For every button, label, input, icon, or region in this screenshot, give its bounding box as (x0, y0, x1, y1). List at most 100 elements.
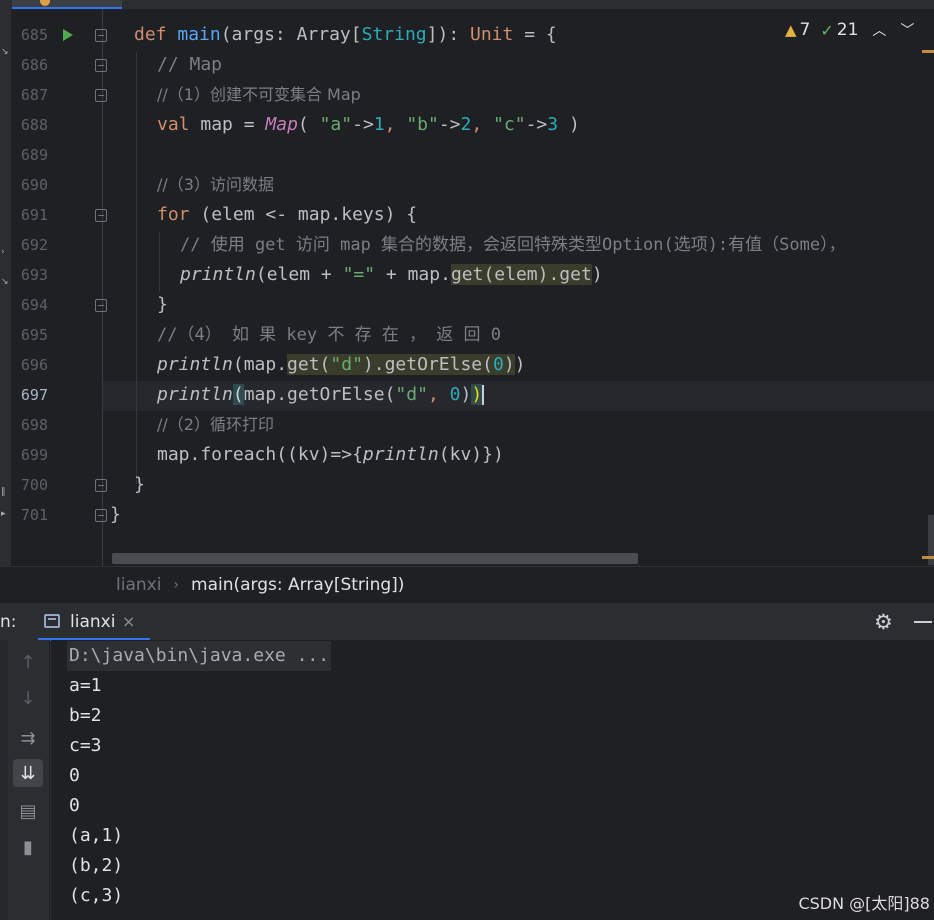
comment: //（2）循环打印 (157, 415, 274, 434)
code-text: map.foreach( (157, 444, 288, 465)
run-tab-lianxi[interactable]: lianxi × (38, 603, 150, 641)
minimize-icon[interactable] (914, 621, 932, 623)
line-number[interactable]: 695 (11, 320, 48, 350)
line-number[interactable]: 686 (11, 50, 48, 80)
fold-icon[interactable] (95, 59, 107, 72)
matched-paren: ( (232, 384, 244, 405)
text-caret (482, 385, 485, 405)
code-line-686[interactable]: // Map (157, 50, 222, 80)
code-text: ) (591, 264, 603, 285)
line-number[interactable]: 699 (11, 440, 48, 470)
scroll-marker[interactable] (922, 556, 934, 559)
horizontal-scrollbar[interactable] (112, 553, 638, 564)
comment: // Map (157, 54, 223, 75)
arrow-up-icon[interactable]: ↑ (13, 648, 43, 676)
active-editor-tab[interactable] (12, 0, 122, 9)
console-line: (a,1) (69, 825, 124, 846)
string-literal: "d" (395, 384, 428, 405)
arrow-down-icon[interactable]: ↓ (13, 684, 43, 712)
print-icon[interactable]: ▤ (13, 797, 43, 825)
chevron-icon[interactable]: ‖ (1, 487, 6, 497)
code-line-692[interactable]: // 使用 get 访问 map 集合的数据，会返回特殊类型Option(选项)… (180, 230, 846, 260)
line-number[interactable]: 694 (11, 290, 48, 320)
line-number[interactable]: 689 (11, 140, 48, 170)
comment: // 使用 get 访问 map 集合的数据，会返回特殊类型Option(选项)… (180, 235, 846, 255)
chevron-down-icon[interactable]: ﹀ (900, 20, 914, 40)
scroll-marker[interactable] (922, 50, 934, 53)
line-number[interactable]: 688 (11, 110, 48, 140)
console-icon (44, 614, 60, 628)
line-number[interactable]: 701 (11, 500, 48, 530)
line-number[interactable]: 690 (11, 170, 48, 200)
string-literal: "c" (493, 114, 526, 135)
breadcrumb-file[interactable]: lianxi (116, 575, 161, 595)
breadcrumb: lianxi › main(args: Array[String]) (0, 566, 934, 602)
soft-wrap-icon[interactable]: ⇉ (13, 724, 43, 752)
highlighted-code: get( (287, 354, 331, 375)
line-number[interactable]: 685 (11, 20, 48, 50)
code-editor[interactable]: ↘ › ↘ ‖ ▸ 685 686 687 688 689 690 691 692 693 694… (0, 0, 934, 566)
chevron-icon[interactable]: › (1, 247, 5, 257)
type-name: Array (296, 24, 351, 45)
indent-guide (159, 232, 160, 292)
chevron-icon[interactable]: ↘ (1, 47, 9, 57)
close-icon[interactable]: × (122, 612, 135, 631)
code-line-690[interactable]: //（3）访问数据 (157, 170, 274, 200)
code-text: (args: (220, 24, 297, 45)
code-line-698[interactable]: //（2）循环打印 (157, 410, 274, 440)
type-name: String (361, 24, 427, 45)
fold-icon[interactable] (95, 209, 107, 222)
inspections-widget[interactable]: ▲ 7 ✓ 21 ︿ ﹀ (785, 18, 914, 42)
fold-icon[interactable] (95, 29, 107, 42)
chevron-icon[interactable]: ↘ (1, 277, 9, 287)
number-literal: 3 (547, 114, 559, 135)
code-line-699[interactable]: map.foreach((kv)=>{println(kv)}) (157, 440, 504, 470)
line-number[interactable]: 697 (11, 380, 48, 410)
code-line-694[interactable]: } (157, 290, 168, 320)
fold-icon[interactable] (95, 509, 107, 522)
keyword: val (157, 114, 201, 135)
breadcrumb-method[interactable]: main(args: Array[String]) (191, 575, 404, 595)
chevron-right-icon: › (173, 576, 180, 593)
code-line-697[interactable]: println(map.getOrElse("d", 0)) (157, 380, 485, 410)
fold-icon[interactable] (95, 299, 107, 312)
code-line-693[interactable]: println(elem + "=" + map.get(elem).get) (180, 260, 603, 290)
code-text: map.getOrElse( (243, 384, 396, 405)
line-number[interactable]: 696 (11, 350, 48, 380)
line-number[interactable]: 698 (11, 410, 48, 440)
console-line: (b,2) (69, 855, 124, 876)
chevron-icon[interactable]: ▸ (1, 509, 6, 519)
code-text: , (471, 114, 494, 135)
code-text: (map. (232, 354, 288, 375)
code-line-688[interactable]: val map = Map( "a"->1, "b"->2, "c"->3 ) (157, 110, 580, 140)
warning-icon: ▲ (785, 21, 797, 39)
line-number[interactable]: 691 (11, 200, 48, 230)
trash-icon[interactable]: ▮ (13, 833, 43, 861)
fold-icon[interactable] (95, 89, 107, 102)
code-text: (elem <- map.keys) { (200, 204, 418, 225)
line-number[interactable]: 693 (11, 260, 48, 290)
indent-guide (136, 52, 137, 484)
line-number[interactable]: 687 (11, 80, 48, 110)
run-toolbar: ↑ ↓ ⇉ ⇊ ▤ ▮ (0, 640, 50, 920)
line-number[interactable]: 692 (11, 230, 48, 260)
fold-icon[interactable] (95, 479, 107, 492)
line-number[interactable]: 700 (11, 470, 48, 500)
code-line-695[interactable]: //（4） 如 果 key 不 存 在 ， 返 回 0 (157, 320, 501, 350)
code-line-696[interactable]: println(map.get("d").getOrElse(0)) (157, 350, 526, 380)
code-line-687[interactable]: //（1）创建不可变集合 Map (157, 80, 361, 110)
code-text: [ (350, 24, 362, 45)
console-line: (c,3) (69, 885, 124, 906)
code-text: ) (460, 384, 472, 405)
chevron-up-icon[interactable]: ︿ (872, 20, 886, 40)
console-output[interactable]: D:\java\bin\java.exe ... a=1 b=2 c=3 0 0… (51, 640, 934, 920)
gear-icon[interactable]: ⚙ (874, 610, 893, 634)
code-line-685[interactable]: def main(args: Array[String]): Unit = { (134, 20, 557, 50)
string-literal: "b" (406, 114, 439, 135)
code-line-700[interactable]: } (134, 470, 145, 500)
code-line-691[interactable]: for (elem <- map.keys) { (157, 200, 417, 230)
code-line-701[interactable]: } (110, 500, 121, 530)
scroll-to-end-icon[interactable]: ⇊ (13, 759, 43, 787)
run-icon[interactable] (63, 29, 73, 41)
function-call: println (180, 264, 256, 285)
